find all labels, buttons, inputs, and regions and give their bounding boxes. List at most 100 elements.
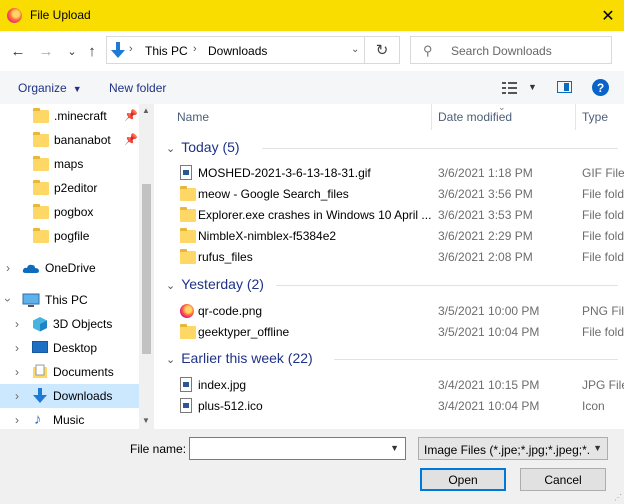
- back-button[interactable]: ←: [8, 41, 28, 61]
- sidebar-item-minecraft[interactable]: .minecraft 📌: [0, 104, 139, 128]
- file-type: JPG File: [582, 378, 624, 392]
- file-date: 3/6/2021 2:29 PM: [438, 229, 533, 243]
- sidebar-item-label: 3D Objects: [53, 317, 113, 331]
- computer-icon: [22, 293, 40, 307]
- folder-icon: [180, 186, 196, 201]
- sidebar-scrollbar[interactable]: ▲ ▼: [139, 104, 154, 429]
- expand-chevron-icon[interactable]: ›: [6, 261, 10, 275]
- collapse-chevron-icon[interactable]: ›: [1, 298, 15, 302]
- scroll-up-icon[interactable]: ▲: [142, 106, 150, 115]
- close-button[interactable]: ✕: [592, 0, 624, 31]
- sidebar-item-pogfile[interactable]: pogfile: [0, 224, 139, 248]
- firefox-icon: [7, 8, 22, 23]
- file-row[interactable]: plus-512.ico 3/4/2021 10:04 PM Icon: [154, 395, 624, 416]
- sidebar-item-label: Documents: [53, 365, 114, 379]
- chevron-down-icon[interactable]: ▼: [591, 443, 602, 453]
- breadcrumb-this-pc[interactable]: This PC: [145, 44, 188, 58]
- sidebar-item-maps[interactable]: maps: [0, 152, 139, 176]
- navigation-bar: ← → ⌄ ↑ › This PC › Downloads ⌄ ↻ ⚲ Sear…: [0, 31, 624, 71]
- music-note-icon: ♪: [34, 411, 42, 428]
- search-icon: ⚲: [423, 43, 433, 58]
- details-view-icon[interactable]: [502, 82, 517, 94]
- pin-icon[interactable]: 📌: [124, 133, 138, 146]
- documents-icon: [33, 364, 47, 378]
- expand-chevron-icon[interactable]: ›: [15, 341, 19, 355]
- sidebar-item-label: pogfile: [54, 229, 90, 243]
- scroll-down-icon[interactable]: ▼: [142, 416, 150, 425]
- column-divider[interactable]: [431, 104, 432, 130]
- column-divider[interactable]: [575, 104, 576, 130]
- file-row[interactable]: rufus_files 3/6/2021 2:08 PM File folder: [154, 246, 624, 267]
- group-divider: [262, 148, 618, 149]
- up-button[interactable]: ↑: [82, 41, 102, 61]
- sidebar-item-p2editor[interactable]: p2editor: [0, 176, 139, 200]
- expand-chevron-icon[interactable]: ›: [15, 365, 19, 379]
- expand-chevron-icon[interactable]: ›: [15, 389, 19, 403]
- sidebar-item-3d-objects[interactable]: › 3D Objects: [0, 312, 139, 336]
- file-row[interactable]: Explorer.exe crashes in Windows 10 April…: [154, 204, 624, 225]
- preview-pane-icon[interactable]: [557, 81, 572, 93]
- file-row[interactable]: geektyper_offline 3/5/2021 10:04 PM File…: [154, 321, 624, 342]
- search-box[interactable]: ⚲ Search Downloads: [410, 36, 612, 64]
- organize-menu[interactable]: Organize ▼: [18, 81, 82, 95]
- folder-icon: [180, 249, 196, 264]
- column-header-type[interactable]: Type: [582, 110, 608, 124]
- search-input[interactable]: Search Downloads: [451, 44, 552, 58]
- column-header-date-modified[interactable]: Date modified: [438, 110, 512, 124]
- file-type: PNG File: [582, 304, 624, 318]
- view-options-chevron-icon[interactable]: ▼: [528, 82, 537, 92]
- file-row[interactable]: qr-code.png 3/5/2021 10:00 PM PNG File: [154, 300, 624, 321]
- chevron-down-icon[interactable]: ▼: [390, 443, 399, 453]
- folder-icon: [180, 324, 196, 339]
- file-row[interactable]: NimbleX-nimblex-f5384e2 3/6/2021 2:29 PM…: [154, 225, 624, 246]
- file-selection-panel: File name: ▼ Image Files (*.jpe;*.jpg;*.…: [0, 429, 624, 504]
- sidebar-item-desktop[interactable]: › Desktop: [0, 336, 139, 360]
- expand-chevron-icon[interactable]: ›: [15, 413, 19, 427]
- file-name: NimbleX-nimblex-f5384e2: [198, 229, 337, 243]
- recent-locations-button[interactable]: ⌄: [62, 41, 82, 61]
- window-title: File Upload: [30, 8, 91, 22]
- sidebar-item-onedrive[interactable]: › OneDrive: [0, 256, 139, 280]
- file-row[interactable]: index.jpg 3/4/2021 10:15 PM JPG File: [154, 374, 624, 395]
- folder-icon: [33, 108, 49, 123]
- file-row[interactable]: MOSHED-2021-3-6-13-18-31.gif 3/6/2021 1:…: [154, 162, 624, 183]
- pin-icon[interactable]: 📌: [124, 109, 138, 122]
- sidebar-item-bananabot[interactable]: bananabot 📌: [0, 128, 139, 152]
- address-bar[interactable]: › This PC › Downloads ⌄ ↻: [106, 36, 400, 64]
- file-name-field[interactable]: ▼: [189, 437, 406, 460]
- collapse-chevron-icon: ⌄: [166, 280, 176, 292]
- file-row[interactable]: meow - Google Search_files 3/6/2021 3:56…: [154, 183, 624, 204]
- refresh-button[interactable]: ↻: [364, 37, 399, 63]
- sidebar-item-downloads[interactable]: › Downloads: [0, 384, 139, 408]
- file-name: meow - Google Search_files: [198, 187, 349, 201]
- file-type-filter[interactable]: Image Files (*.jpe;*.jpg;*.jpeg;*. ▼: [418, 437, 608, 460]
- file-name: geektyper_offline: [198, 325, 290, 339]
- file-list: ⌄ Name Date modified Type ⌄ Today (5) MOS…: [154, 104, 624, 429]
- scrollbar-thumb[interactable]: [142, 184, 151, 354]
- sidebar-item-this-pc[interactable]: › This PC: [0, 288, 139, 312]
- group-header-earlier-this-week[interactable]: ⌄ Earlier this week (22): [166, 350, 313, 366]
- group-header-today[interactable]: ⌄ Today (5): [166, 139, 240, 155]
- sidebar-item-label: .minecraft: [54, 109, 107, 123]
- new-folder-button[interactable]: New folder: [109, 81, 166, 95]
- column-header-name[interactable]: Name: [177, 110, 209, 124]
- address-dropdown-icon[interactable]: ⌄: [351, 44, 359, 55]
- downloads-arrow-icon: [111, 42, 125, 58]
- resize-grip-icon[interactable]: ⋰: [614, 493, 622, 502]
- title-bar: File Upload ✕: [0, 0, 624, 31]
- onedrive-cloud-icon: [22, 264, 39, 273]
- sidebar-item-pogbox[interactable]: pogbox: [0, 200, 139, 224]
- file-date: 3/6/2021 3:56 PM: [438, 187, 533, 201]
- expand-chevron-icon[interactable]: ›: [15, 317, 19, 331]
- file-type-filter-value: Image Files (*.jpe;*.jpg;*.jpeg;*.: [424, 443, 591, 457]
- open-button[interactable]: Open: [420, 468, 506, 491]
- file-type: File folder: [582, 250, 624, 264]
- file-date: 3/6/2021 2:08 PM: [438, 250, 533, 264]
- cancel-button[interactable]: Cancel: [520, 468, 606, 491]
- sidebar-item-documents[interactable]: › Documents: [0, 360, 139, 384]
- sidebar-item-music[interactable]: › ♪ Music: [0, 408, 139, 429]
- group-header-yesterday[interactable]: ⌄ Yesterday (2): [166, 276, 264, 292]
- breadcrumb-downloads[interactable]: Downloads: [208, 44, 267, 58]
- forward-button[interactable]: →: [36, 41, 56, 61]
- help-icon[interactable]: ?: [592, 79, 609, 96]
